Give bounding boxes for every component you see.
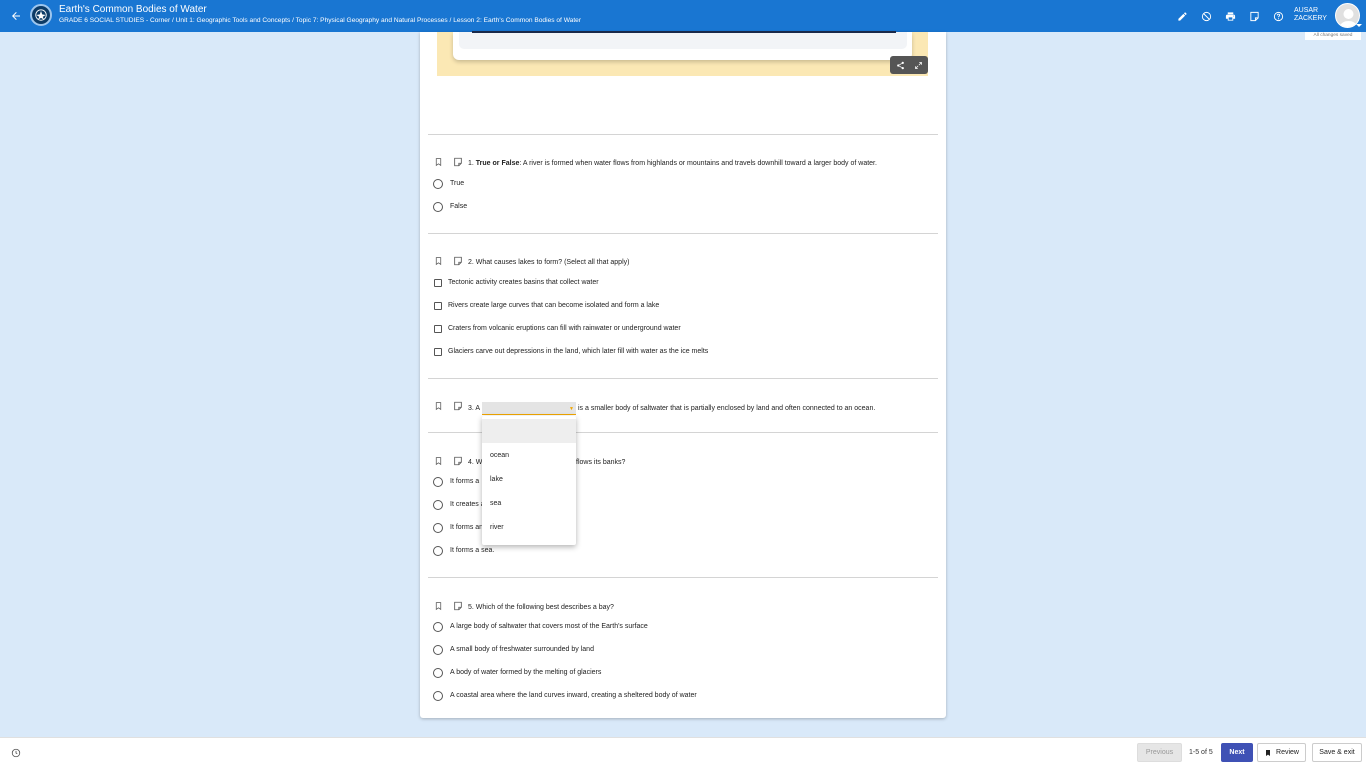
- option-label[interactable]: A body of water formed by the melting of…: [450, 669, 601, 676]
- chevron-down-icon[interactable]: [1356, 24, 1362, 27]
- divider: [428, 134, 938, 135]
- chevron-down-icon[interactable]: ▼: [569, 406, 574, 412]
- top-app-bar: Earth's Common Bodies of Water GRADE 6 S…: [0, 0, 1366, 32]
- note-icon[interactable]: [453, 156, 463, 168]
- dropdown-option-ocean[interactable]: ocean: [490, 452, 509, 459]
- option-label[interactable]: It forms a: [450, 478, 479, 485]
- q3-blank-select[interactable]: [482, 402, 576, 415]
- bookmark-icon[interactable]: [433, 600, 443, 612]
- option-label[interactable]: It forms a sea.: [450, 547, 494, 554]
- history-icon[interactable]: [10, 747, 21, 758]
- checkbox-q2-option-2[interactable]: [434, 302, 442, 310]
- help-icon[interactable]: [1271, 9, 1285, 23]
- media-inner: [459, 32, 907, 49]
- radio-q5-option-3[interactable]: [433, 668, 443, 678]
- save-and-exit-button[interactable]: Save & exit: [1312, 743, 1362, 762]
- option-label[interactable]: A large body of saltwater that covers mo…: [450, 623, 648, 630]
- checkbox-q2-option-1[interactable]: [434, 279, 442, 287]
- review-label: Review: [1276, 749, 1299, 756]
- option-label[interactable]: It forms an: [450, 524, 483, 531]
- question-4-text-end: flows its banks?: [576, 459, 626, 466]
- user-name: AUSAR ZACKERY: [1294, 7, 1327, 23]
- radio-q4-option-2[interactable]: [433, 500, 443, 510]
- checkbox-q2-option-3[interactable]: [434, 325, 442, 333]
- question-number: 1.: [468, 160, 474, 167]
- option-label[interactable]: Tectonic activity creates basins that co…: [448, 279, 599, 286]
- media-divider-line: [472, 31, 896, 33]
- note-icon[interactable]: [1247, 9, 1261, 23]
- radio-q5-option-2[interactable]: [433, 645, 443, 655]
- question-4-text-start: 4. W: [468, 459, 483, 466]
- radio-q4-option-3[interactable]: [433, 523, 443, 533]
- note-icon[interactable]: [453, 400, 463, 412]
- note-icon[interactable]: [453, 255, 463, 267]
- page-range: 1-5 of 5: [1189, 749, 1213, 756]
- fullscreen-icon[interactable]: [910, 56, 926, 74]
- question-2-text: 2. What causes lakes to form? (Select al…: [468, 259, 630, 266]
- school-logo: [30, 4, 52, 26]
- note-icon[interactable]: [453, 455, 463, 467]
- dropdown-option-river[interactable]: river: [490, 524, 504, 531]
- option-label[interactable]: A small body of freshwater surrounded by…: [450, 646, 594, 653]
- option-label[interactable]: True: [450, 180, 464, 187]
- radio-q1-true[interactable]: [433, 179, 443, 189]
- option-label[interactable]: Rivers create large curves that can beco…: [448, 302, 659, 309]
- back-arrow-icon[interactable]: [8, 8, 24, 24]
- radio-q4-option-4[interactable]: [433, 546, 443, 556]
- bookmark-icon[interactable]: [433, 400, 443, 412]
- option-label[interactable]: Craters from volcanic eruptions can fill…: [448, 325, 681, 332]
- question-label-bold: True or False: [475, 160, 520, 167]
- radio-q5-option-1[interactable]: [433, 622, 443, 632]
- question-3-suffix: is a smaller body of saltwater that is p…: [578, 405, 876, 412]
- radio-q1-false[interactable]: [433, 202, 443, 212]
- option-label[interactable]: It creates a: [450, 501, 485, 508]
- question-5-text: 5. Which of the following best describes…: [468, 604, 614, 611]
- dropdown-option-lake[interactable]: lake: [490, 476, 503, 483]
- block-icon[interactable]: [1199, 9, 1213, 23]
- radio-q4-option-1[interactable]: [433, 477, 443, 487]
- user-first-name: AUSAR: [1294, 7, 1319, 14]
- bookmark-icon[interactable]: [433, 455, 443, 467]
- bookmark-icon[interactable]: [433, 255, 443, 267]
- breadcrumb: GRADE 6 SOCIAL STUDIES - Corner / Unit 1…: [59, 17, 582, 24]
- dropdown-option-empty[interactable]: [482, 419, 576, 443]
- question-body: : A river is formed when water flows fro…: [519, 160, 877, 167]
- previous-button[interactable]: Previous: [1137, 743, 1182, 762]
- pencil-icon[interactable]: [1175, 9, 1189, 23]
- print-icon[interactable]: [1223, 9, 1237, 23]
- user-last-name: ZACKERY: [1294, 15, 1327, 22]
- checkbox-q2-option-4[interactable]: [434, 348, 442, 356]
- note-icon[interactable]: [453, 600, 463, 612]
- divider: [428, 577, 938, 578]
- bookmark-icon[interactable]: [433, 156, 443, 168]
- divider: [428, 378, 938, 379]
- dropdown-option-sea[interactable]: sea: [490, 500, 501, 507]
- review-button[interactable]: Review: [1257, 743, 1306, 762]
- question-3-prefix: 3. A: [468, 405, 481, 412]
- next-button[interactable]: Next: [1221, 743, 1253, 762]
- share-icon[interactable]: [892, 56, 908, 74]
- page-title: Earth's Common Bodies of Water: [59, 4, 207, 15]
- option-label[interactable]: Glaciers carve out depressions in the la…: [448, 348, 708, 355]
- question-1-text: 1. True or False: A river is formed when…: [468, 160, 877, 167]
- radio-q5-option-4[interactable]: [433, 691, 443, 701]
- bookmark-icon: [1266, 749, 1271, 756]
- option-label[interactable]: A coastal area where the land curves inw…: [450, 692, 697, 699]
- save-status: All changes saved: [1305, 32, 1361, 40]
- option-label[interactable]: False: [450, 203, 467, 210]
- divider: [428, 233, 938, 234]
